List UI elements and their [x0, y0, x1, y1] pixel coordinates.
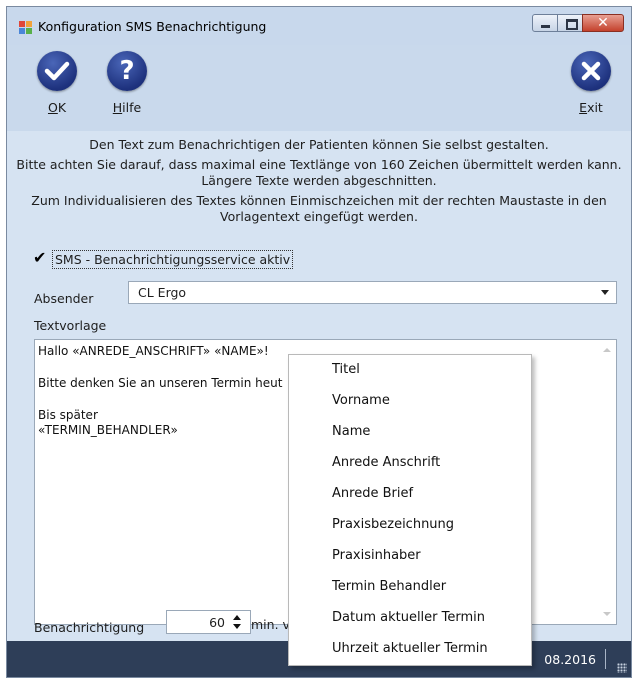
status-date: 08.2016 [544, 652, 596, 667]
template-scrollbar[interactable] [599, 340, 616, 624]
info-line: Den Text zum Benachrichtigen der Patient… [89, 137, 549, 152]
notification-minutes-value: 60 [209, 615, 225, 630]
status-separator [605, 649, 606, 669]
help-label: Hilfe [112, 100, 142, 115]
sms-service-label[interactable]: SMS - Benachrichtigungsservice aktiv [52, 249, 294, 269]
info-text: Den Text zum Benachrichtigen der Patient… [13, 137, 625, 226]
context-menu-item-uhrzeit-termin[interactable]: Uhrzeit aktueller Termin [332, 641, 488, 656]
exit-button[interactable]: Exit [561, 51, 621, 115]
context-menu-item-anrede-brief[interactable]: Anrede Brief [332, 486, 413, 501]
chevron-down-icon[interactable] [601, 290, 609, 295]
scroll-down-icon[interactable] [603, 612, 611, 616]
stepper-down-icon[interactable] [233, 624, 241, 629]
template-line: «TERMIN_BEHANDLER» [38, 423, 178, 437]
sms-service-toggle[interactable]: ✔ SMS - Benachrichtigungsservice aktiv [33, 248, 294, 269]
notification-label: Benachrichtigung [34, 620, 145, 635]
info-line: Längere Texte werden abgeschnitten. [201, 173, 437, 188]
maximize-button[interactable] [557, 14, 583, 32]
context-menu-item-anrede-anschrift[interactable]: Anrede Anschrift [332, 455, 440, 470]
context-menu-item-termin-behandler[interactable]: Termin Behandler [332, 579, 446, 594]
info-line: Zum Individualisieren des Textes können … [31, 192, 607, 208]
ok-button[interactable]: OK [27, 51, 87, 115]
context-menu-item-name[interactable]: Name [332, 424, 370, 439]
template-line: Hallo «ANREDE_ANSCHRIFT» «NAME»! [38, 344, 269, 358]
window-controls: ✕ [532, 14, 624, 34]
exit-label: Exit [579, 100, 603, 115]
sender-value: CL Ergo [138, 285, 187, 300]
context-menu-item-praxisinhaber[interactable]: Praxisinhaber [332, 548, 421, 563]
app-icon [19, 21, 32, 34]
close-window-button[interactable]: ✕ [582, 14, 624, 32]
placeholder-context-menu: Titel Vorname Name Anrede Anschrift Anre… [288, 354, 532, 666]
info-line: Vorlagentext eingefügt werden. [220, 209, 418, 224]
sms-service-checkbox[interactable]: ✔ [33, 248, 47, 267]
ok-label: OK [47, 100, 67, 115]
minimize-button[interactable] [532, 14, 558, 32]
template-line: Bitte denken Sie an unseren Termin heut [38, 376, 283, 390]
template-line: Bis später [38, 408, 98, 422]
context-menu-item-vorname[interactable]: Vorname [332, 393, 390, 408]
resize-grip-icon[interactable] [617, 663, 627, 673]
template-label: Textvorlage [34, 318, 107, 333]
scroll-up-icon[interactable] [603, 348, 611, 352]
minimize-icon [541, 25, 550, 28]
window-title: Konfiguration SMS Benachrichtigung [38, 19, 267, 34]
question-icon: ? [107, 51, 147, 91]
toolbar: OK ? Hilfe Exit [7, 45, 631, 131]
context-menu-item-titel[interactable]: Titel [332, 362, 360, 377]
title-bar[interactable]: Konfiguration SMS Benachrichtigung ✕ [7, 7, 631, 45]
close-window-icon: ✕ [597, 15, 609, 31]
notification-minutes-stepper[interactable]: 60 [166, 610, 251, 634]
notification-unit-label: min. v [251, 617, 290, 632]
checkmark-icon: ✔ [33, 248, 47, 267]
stepper-up-icon[interactable] [233, 615, 241, 620]
context-menu-item-praxisbezeichnung[interactable]: Praxisbezeichnung [332, 517, 454, 532]
sender-label: Absender [34, 291, 94, 306]
context-menu-item-datum-termin[interactable]: Datum aktueller Termin [332, 610, 485, 625]
maximize-icon [566, 19, 578, 30]
sender-select[interactable]: CL Ergo [128, 281, 617, 304]
help-button[interactable]: ? Hilfe [97, 51, 157, 115]
check-icon [37, 51, 77, 91]
close-icon [571, 51, 611, 91]
info-line: Bitte achten Sie darauf, dass maximal ei… [16, 156, 622, 172]
